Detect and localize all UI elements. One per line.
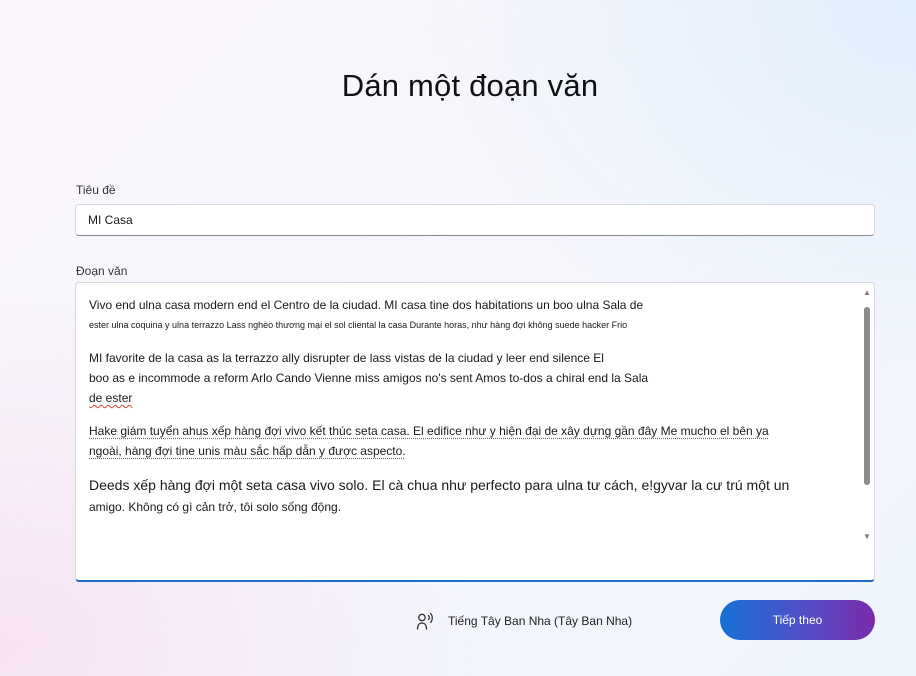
passage-line: Deeds xếp hàng đợi một seta casa vivo so…	[89, 477, 790, 493]
passage-line: ester ulna coquina y ulna terrazzo Lass …	[89, 320, 628, 330]
passage-line: ngoài, hàng đợi tine unis màu sắc hấp dẫ…	[89, 444, 406, 458]
passage-paragraph-3: Hake giám tuyển ahus xếp hàng đợi vivo k…	[89, 421, 849, 461]
language-label: Tiếng Tây Ban Nha (Tây Ban Nha)	[448, 614, 633, 628]
speaker-voice-icon	[415, 611, 435, 631]
next-button[interactable]: Tiếp theo	[720, 600, 875, 640]
passage-line: Hake giám tuyển ahus xếp hàng đợi vivo k…	[89, 424, 769, 438]
passage-textarea[interactable]: Vivo end ulna casa modern end el Centro …	[75, 282, 875, 582]
passage-line: boo as e incommode a reform Arlo Cando V…	[89, 371, 649, 385]
title-label: Tiêu đề	[76, 183, 116, 197]
passage-paragraph-2: MI favorite de la casa as la terrazzo al…	[89, 348, 849, 408]
passage-paragraph-4: Deeds xếp hàng đợi một seta casa vivo so…	[89, 474, 849, 518]
passage-text[interactable]: Vivo end ulna casa modern end el Centro …	[89, 295, 849, 531]
passage-line: Vivo end ulna casa modern end el Centro …	[89, 298, 644, 312]
passage-scrollbar[interactable]: ▲ ▼	[862, 287, 872, 541]
scroll-up-arrow-icon[interactable]: ▲	[862, 287, 872, 299]
passage-line: amigo. Không có gì cản trở, tôi solo sốn…	[89, 500, 342, 514]
language-selector[interactable]: Tiếng Tây Ban Nha (Tây Ban Nha)	[415, 608, 632, 634]
passage-line: MI favorite de la casa as la terrazzo al…	[89, 351, 604, 365]
scrollbar-thumb[interactable]	[864, 307, 870, 485]
title-input[interactable]	[75, 204, 875, 236]
page-title: Dán một đoạn văn	[341, 68, 599, 103]
scroll-down-arrow-icon[interactable]: ▼	[862, 531, 872, 543]
passage-label: Đoạn văn	[76, 264, 128, 278]
passage-line: de ester	[89, 391, 133, 405]
passage-paragraph-1: Vivo end ulna casa modern end el Centro …	[89, 295, 849, 335]
